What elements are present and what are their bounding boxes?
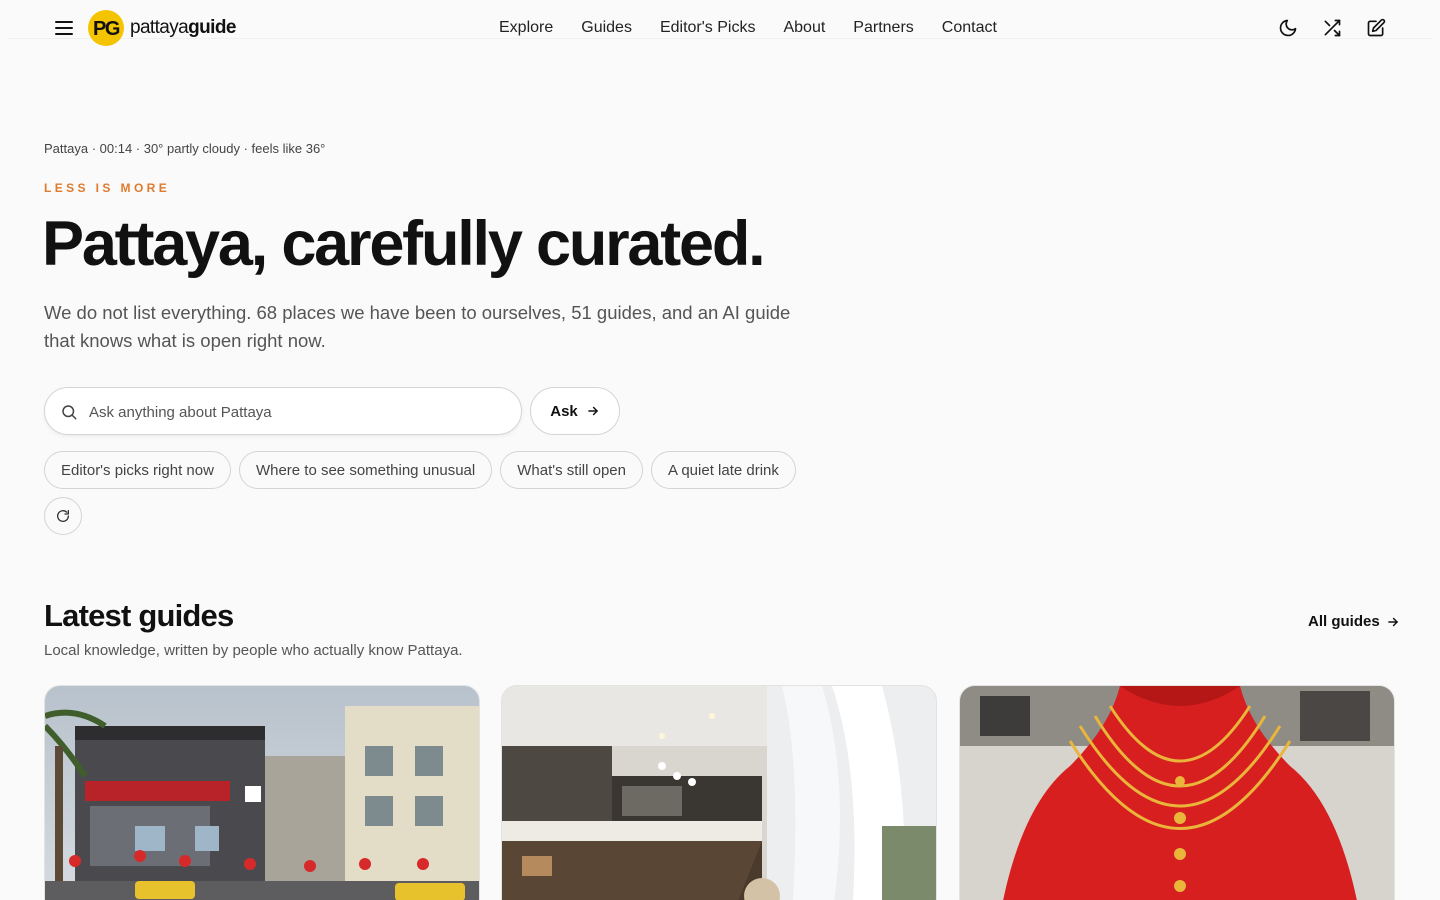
section-title: Latest guides bbox=[44, 598, 234, 633]
guide-card[interactable] bbox=[959, 685, 1395, 900]
nav-explore[interactable]: Explore bbox=[499, 19, 553, 37]
suggestion-chip[interactable]: A quiet late drink bbox=[650, 451, 796, 489]
ask-button[interactable]: Ask bbox=[530, 387, 620, 435]
refresh-icon bbox=[57, 510, 69, 522]
guide-card[interactable] bbox=[44, 685, 480, 900]
site-header: PG pattayaguide Explore Guides Editor's … bbox=[0, 0, 1440, 56]
all-guides-link[interactable]: All guides bbox=[1308, 613, 1400, 630]
site-logo[interactable]: PG pattayaguide bbox=[88, 10, 236, 46]
hero-subtitle: We do not list everything. 68 places we … bbox=[44, 302, 791, 351]
shuffle-icon[interactable] bbox=[1320, 16, 1344, 40]
hamburger-menu-icon[interactable] bbox=[52, 16, 76, 40]
refresh-suggestions-button[interactable] bbox=[44, 497, 82, 535]
hero-eyebrow: LESS IS MORE bbox=[44, 181, 171, 195]
moon-icon[interactable] bbox=[1276, 16, 1300, 40]
suggestion-chip[interactable]: Editor's picks right now bbox=[44, 451, 231, 489]
logo-mark-icon: PG bbox=[88, 10, 124, 46]
nav-about[interactable]: About bbox=[783, 19, 825, 37]
guide-card[interactable] bbox=[501, 685, 937, 900]
logo-mark-text: PG bbox=[93, 18, 120, 40]
arrow-right-icon bbox=[587, 406, 598, 416]
search-input[interactable] bbox=[89, 398, 509, 426]
nav-contact[interactable]: Contact bbox=[942, 19, 997, 37]
all-guides-label: All guides bbox=[1308, 613, 1380, 630]
ask-button-label: Ask bbox=[550, 402, 578, 420]
nav-partners[interactable]: Partners bbox=[853, 19, 913, 37]
edit-icon[interactable] bbox=[1364, 16, 1388, 40]
nav-guides[interactable]: Guides bbox=[581, 19, 632, 37]
search-box bbox=[44, 387, 522, 435]
suggestion-chip[interactable]: Where to see something unusual bbox=[238, 451, 493, 489]
search-icon bbox=[62, 405, 77, 420]
page-title: Pattaya, carefully curated. bbox=[42, 209, 766, 279]
logo-text-light: pattaya bbox=[130, 17, 189, 38]
logo-text-bold: guide bbox=[188, 17, 236, 38]
cafe-interior-image bbox=[502, 686, 936, 900]
location-weather-meta: Pattaya · 00:14 · 30° partly cloudy · fe… bbox=[44, 141, 326, 156]
gold-necklace-image bbox=[960, 686, 1394, 900]
arrow-right-icon bbox=[1387, 617, 1398, 626]
suggestion-chip[interactable]: What's still open bbox=[500, 451, 643, 489]
suggestion-chips: Editor's picks right now Where to see so… bbox=[44, 451, 796, 489]
nav-editors-picks[interactable]: Editor's Picks bbox=[660, 19, 756, 37]
logo-wordmark: pattayaguide bbox=[130, 17, 236, 39]
street-scene-image bbox=[45, 686, 479, 900]
main-nav: Explore Guides Editor's Picks About Part… bbox=[499, 17, 997, 39]
section-subtitle: Local knowledge, written by people who a… bbox=[44, 642, 463, 659]
